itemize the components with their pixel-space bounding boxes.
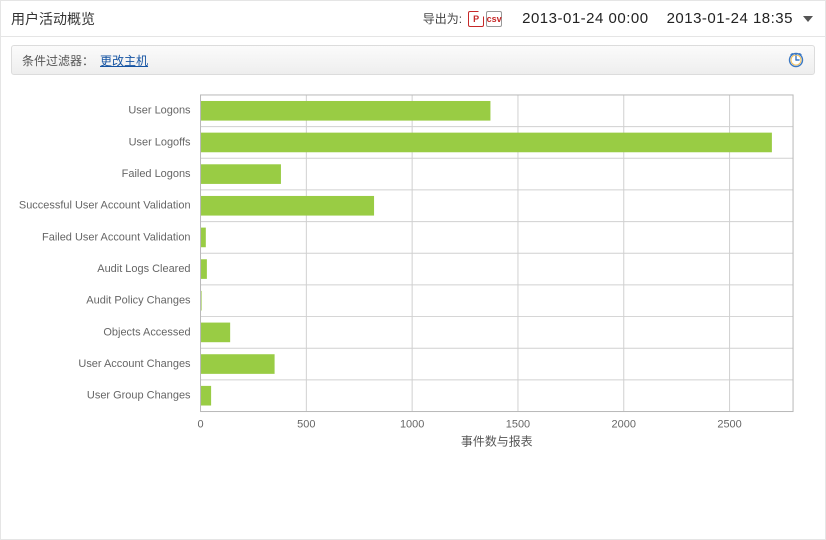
chart-xtick-label: 0: [197, 418, 203, 430]
chart-xtick-label: 1500: [506, 418, 530, 430]
date-range-end[interactable]: 2013-01-24 18:35: [667, 10, 793, 27]
change-host-link[interactable]: 更改主机: [100, 52, 148, 69]
chart-xtick-label: 2500: [717, 418, 741, 430]
chart-xtick-label: 1000: [400, 418, 424, 430]
chart-category-label: Successful User Account Validation: [19, 200, 191, 212]
chart-area: User Logons User Logoffs Failed Logons Succ…: [11, 87, 815, 529]
chart-xtick-label: 500: [297, 418, 315, 430]
page-title: 用户活动概览: [11, 9, 95, 29]
chart-category-label: Audit Logs Cleared: [97, 263, 190, 275]
chart-category-label: Failed User Account Validation: [42, 231, 191, 243]
chart-bar: [201, 164, 281, 184]
filter-bar: 条件过滤器： 更改主机: [11, 45, 815, 75]
chart-bar: [201, 196, 375, 216]
chart-bar: [201, 101, 491, 121]
chart-bar: [201, 354, 275, 374]
export-csv-icon[interactable]: csv: [486, 11, 502, 27]
chart-bar: [201, 228, 206, 248]
chart-xtick-label: 2000: [612, 418, 636, 430]
chart-category-label: Failed Logons: [122, 168, 191, 180]
date-dropdown-caret-icon[interactable]: [803, 16, 813, 22]
export-pdf-icon[interactable]: P: [468, 11, 484, 27]
chart-category-label: User Logons: [128, 105, 191, 117]
bar-chart: User Logons User Logoffs Failed Logons Succ…: [11, 87, 815, 529]
filter-label: 条件过滤器：: [22, 52, 94, 69]
chart-category-label: User Group Changes: [87, 390, 191, 402]
clock-icon[interactable]: [788, 52, 804, 68]
chart-bar: [201, 133, 772, 153]
chart-bar: [201, 259, 207, 279]
chart-bar: [201, 323, 231, 343]
chart-category-label: User Account Changes: [78, 358, 191, 370]
chart-category-label: Audit Policy Changes: [86, 295, 191, 307]
chart-bar: [201, 386, 212, 406]
chart-category-label: Objects Accessed: [103, 326, 190, 338]
chart-xaxis-label: 事件数与报表: [461, 433, 533, 448]
chart-category-label: User Logoffs: [129, 136, 191, 148]
export-label: 导出为:: [423, 10, 462, 27]
date-range-start[interactable]: 2013-01-24 00:00: [522, 10, 648, 27]
page-header: 用户活动概览 导出为: P csv 2013-01-24 00:00 2013-…: [1, 1, 825, 37]
